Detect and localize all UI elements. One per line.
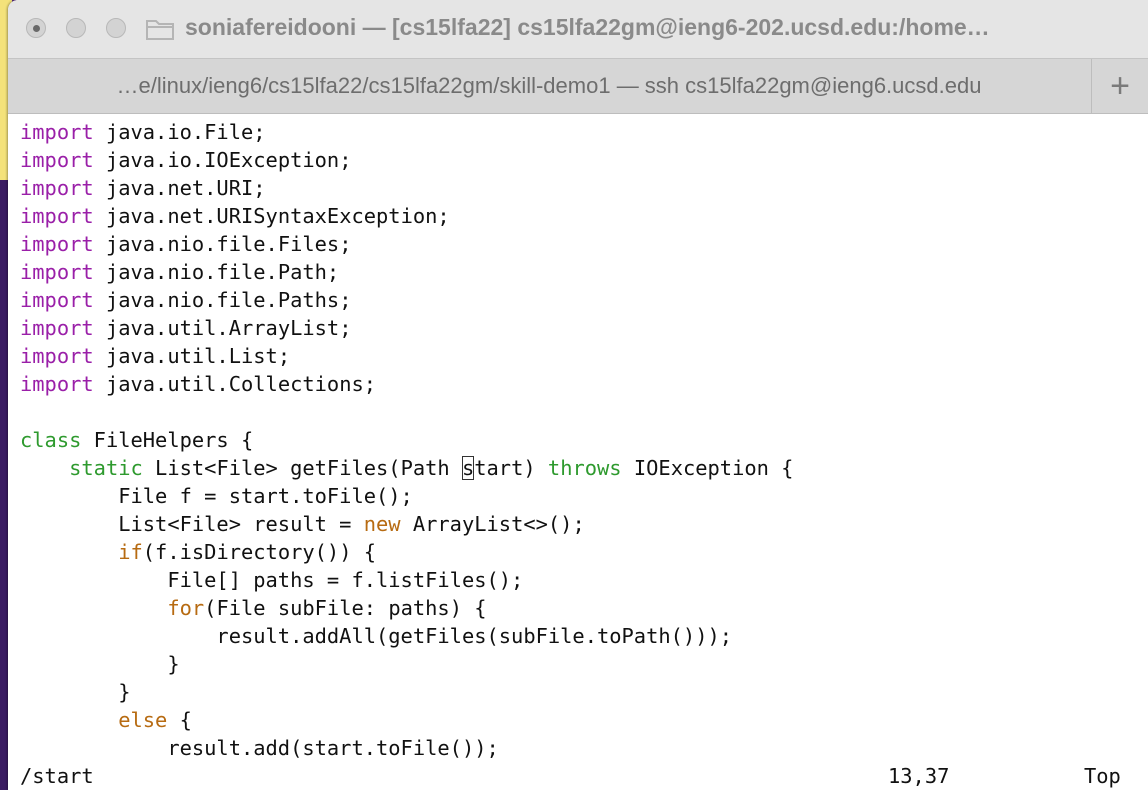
tab-bar: …e/linux/ieng6/cs15lfa22/cs15lfa22gm/ski… xyxy=(8,58,1148,114)
code-line: import java.nio.file.Files; xyxy=(20,230,351,258)
code-token: } xyxy=(20,652,180,676)
code-token: result.add(start.toFile()); xyxy=(20,736,499,760)
code-token: java.net.URI; xyxy=(93,176,266,200)
code-token: } xyxy=(20,680,131,704)
code-line: File[] paths = f.listFiles(); xyxy=(20,566,523,594)
code-line: import java.net.URISyntaxException; xyxy=(20,202,450,230)
code-token: File f = start.toFile(); xyxy=(20,484,413,508)
code-line: import java.util.Collections; xyxy=(20,370,376,398)
code-line: if(f.isDirectory()) { xyxy=(20,538,376,566)
code-token: (File subFile: paths) { xyxy=(204,596,487,620)
vim-editor[interactable]: /start 13,37 Top import java.io.File; imp… xyxy=(8,114,1148,790)
zoom-button[interactable] xyxy=(106,18,126,38)
tab-ssh-session[interactable]: …e/linux/ieng6/cs15lfa22/cs15lfa22gm/ski… xyxy=(8,59,1090,113)
code-line: else { xyxy=(20,706,192,734)
code-token: import xyxy=(20,232,94,256)
code-token: java.io.File; xyxy=(93,120,266,144)
code-token: List<File> getFiles(Path xyxy=(142,456,462,480)
code-line: import java.net.URI; xyxy=(20,174,266,202)
code-token: import xyxy=(20,260,94,284)
scroll-indicator: Top xyxy=(1084,764,1121,788)
close-icon xyxy=(32,24,40,32)
folder-icon xyxy=(146,20,174,40)
code-token: if xyxy=(118,540,143,564)
code-line: import java.io.File; xyxy=(20,118,266,146)
code-token: File[] paths = f.listFiles(); xyxy=(20,568,524,592)
code-token: java.net.URISyntaxException; xyxy=(93,204,450,228)
code-token: import xyxy=(20,176,94,200)
code-line: result.add(start.toFile()); xyxy=(20,734,499,762)
close-button[interactable] xyxy=(26,18,46,38)
code-token: import xyxy=(20,204,94,228)
text-cursor: s xyxy=(461,456,475,480)
title-bar: soniafereidooni — [cs15lfa22] cs15lfa22g… xyxy=(8,0,1148,58)
code-token: (f.isDirectory()) { xyxy=(142,540,377,564)
code-line: } xyxy=(20,650,180,678)
code-token: for xyxy=(167,596,205,620)
code-line: import java.util.List; xyxy=(20,342,290,370)
new-tab-button[interactable]: + xyxy=(1091,59,1148,114)
code-line: import java.io.IOException; xyxy=(20,146,351,174)
code-token: List<File> result = xyxy=(20,512,364,536)
code-token: result.addAll(getFiles(subFile.toPath())… xyxy=(20,624,733,648)
code-token: IOException { xyxy=(621,456,794,480)
code-token: FileHelpers { xyxy=(81,428,254,452)
code-token: throws xyxy=(547,456,622,480)
window-controls xyxy=(26,18,126,38)
code-token: java.util.ArrayList; xyxy=(93,316,352,340)
code-token: java.nio.file.Files; xyxy=(93,232,352,256)
code-token: ArrayList<>(); xyxy=(400,512,585,536)
code-line: List<File> result = new ArrayList<>(); xyxy=(20,510,585,538)
code-line: class FileHelpers { xyxy=(20,426,253,454)
code-token: import xyxy=(20,120,94,144)
code-token: import xyxy=(20,148,94,172)
code-line: import java.util.ArrayList; xyxy=(20,314,351,342)
code-line: static List<File> getFiles(Path start) t… xyxy=(20,454,793,482)
code-token: import xyxy=(20,372,94,396)
code-token: class xyxy=(20,428,82,452)
minimize-button[interactable] xyxy=(66,18,86,38)
tab-label: …e/linux/ieng6/cs15lfa22/cs15lfa22gm/ski… xyxy=(116,73,982,98)
command-line: /start xyxy=(20,764,94,788)
code-token: tart) xyxy=(474,456,548,480)
code-token: else xyxy=(118,708,168,732)
code-token: { xyxy=(167,708,192,732)
code-token: java.nio.file.Paths; xyxy=(93,288,352,312)
code-line: } xyxy=(20,678,131,706)
code-line: File f = start.toFile(); xyxy=(20,482,413,510)
code-token: java.util.Collections; xyxy=(93,372,377,396)
code-line: result.addAll(getFiles(subFile.toPath())… xyxy=(20,622,732,650)
code-token: java.util.List; xyxy=(93,344,291,368)
code-line: import java.nio.file.Path; xyxy=(20,258,339,286)
code-token: static xyxy=(69,456,143,480)
terminal-window: soniafereidooni — [cs15lfa22] cs15lfa22g… xyxy=(8,0,1148,790)
code-token: java.io.IOException; xyxy=(93,148,352,172)
plus-icon: + xyxy=(1110,67,1130,105)
code-token: import xyxy=(20,344,94,368)
window-title: soniafereidooni — [cs15lfa22] cs15lfa22g… xyxy=(185,14,990,40)
cursor-position: 13,37 xyxy=(888,764,950,788)
code-token: import xyxy=(20,288,94,312)
code-token: java.nio.file.Path; xyxy=(93,260,340,284)
code-line: import java.nio.file.Paths; xyxy=(20,286,351,314)
code-token: new xyxy=(363,512,401,536)
code-token: import xyxy=(20,316,94,340)
code-line: for(File subFile: paths) { xyxy=(20,594,487,622)
